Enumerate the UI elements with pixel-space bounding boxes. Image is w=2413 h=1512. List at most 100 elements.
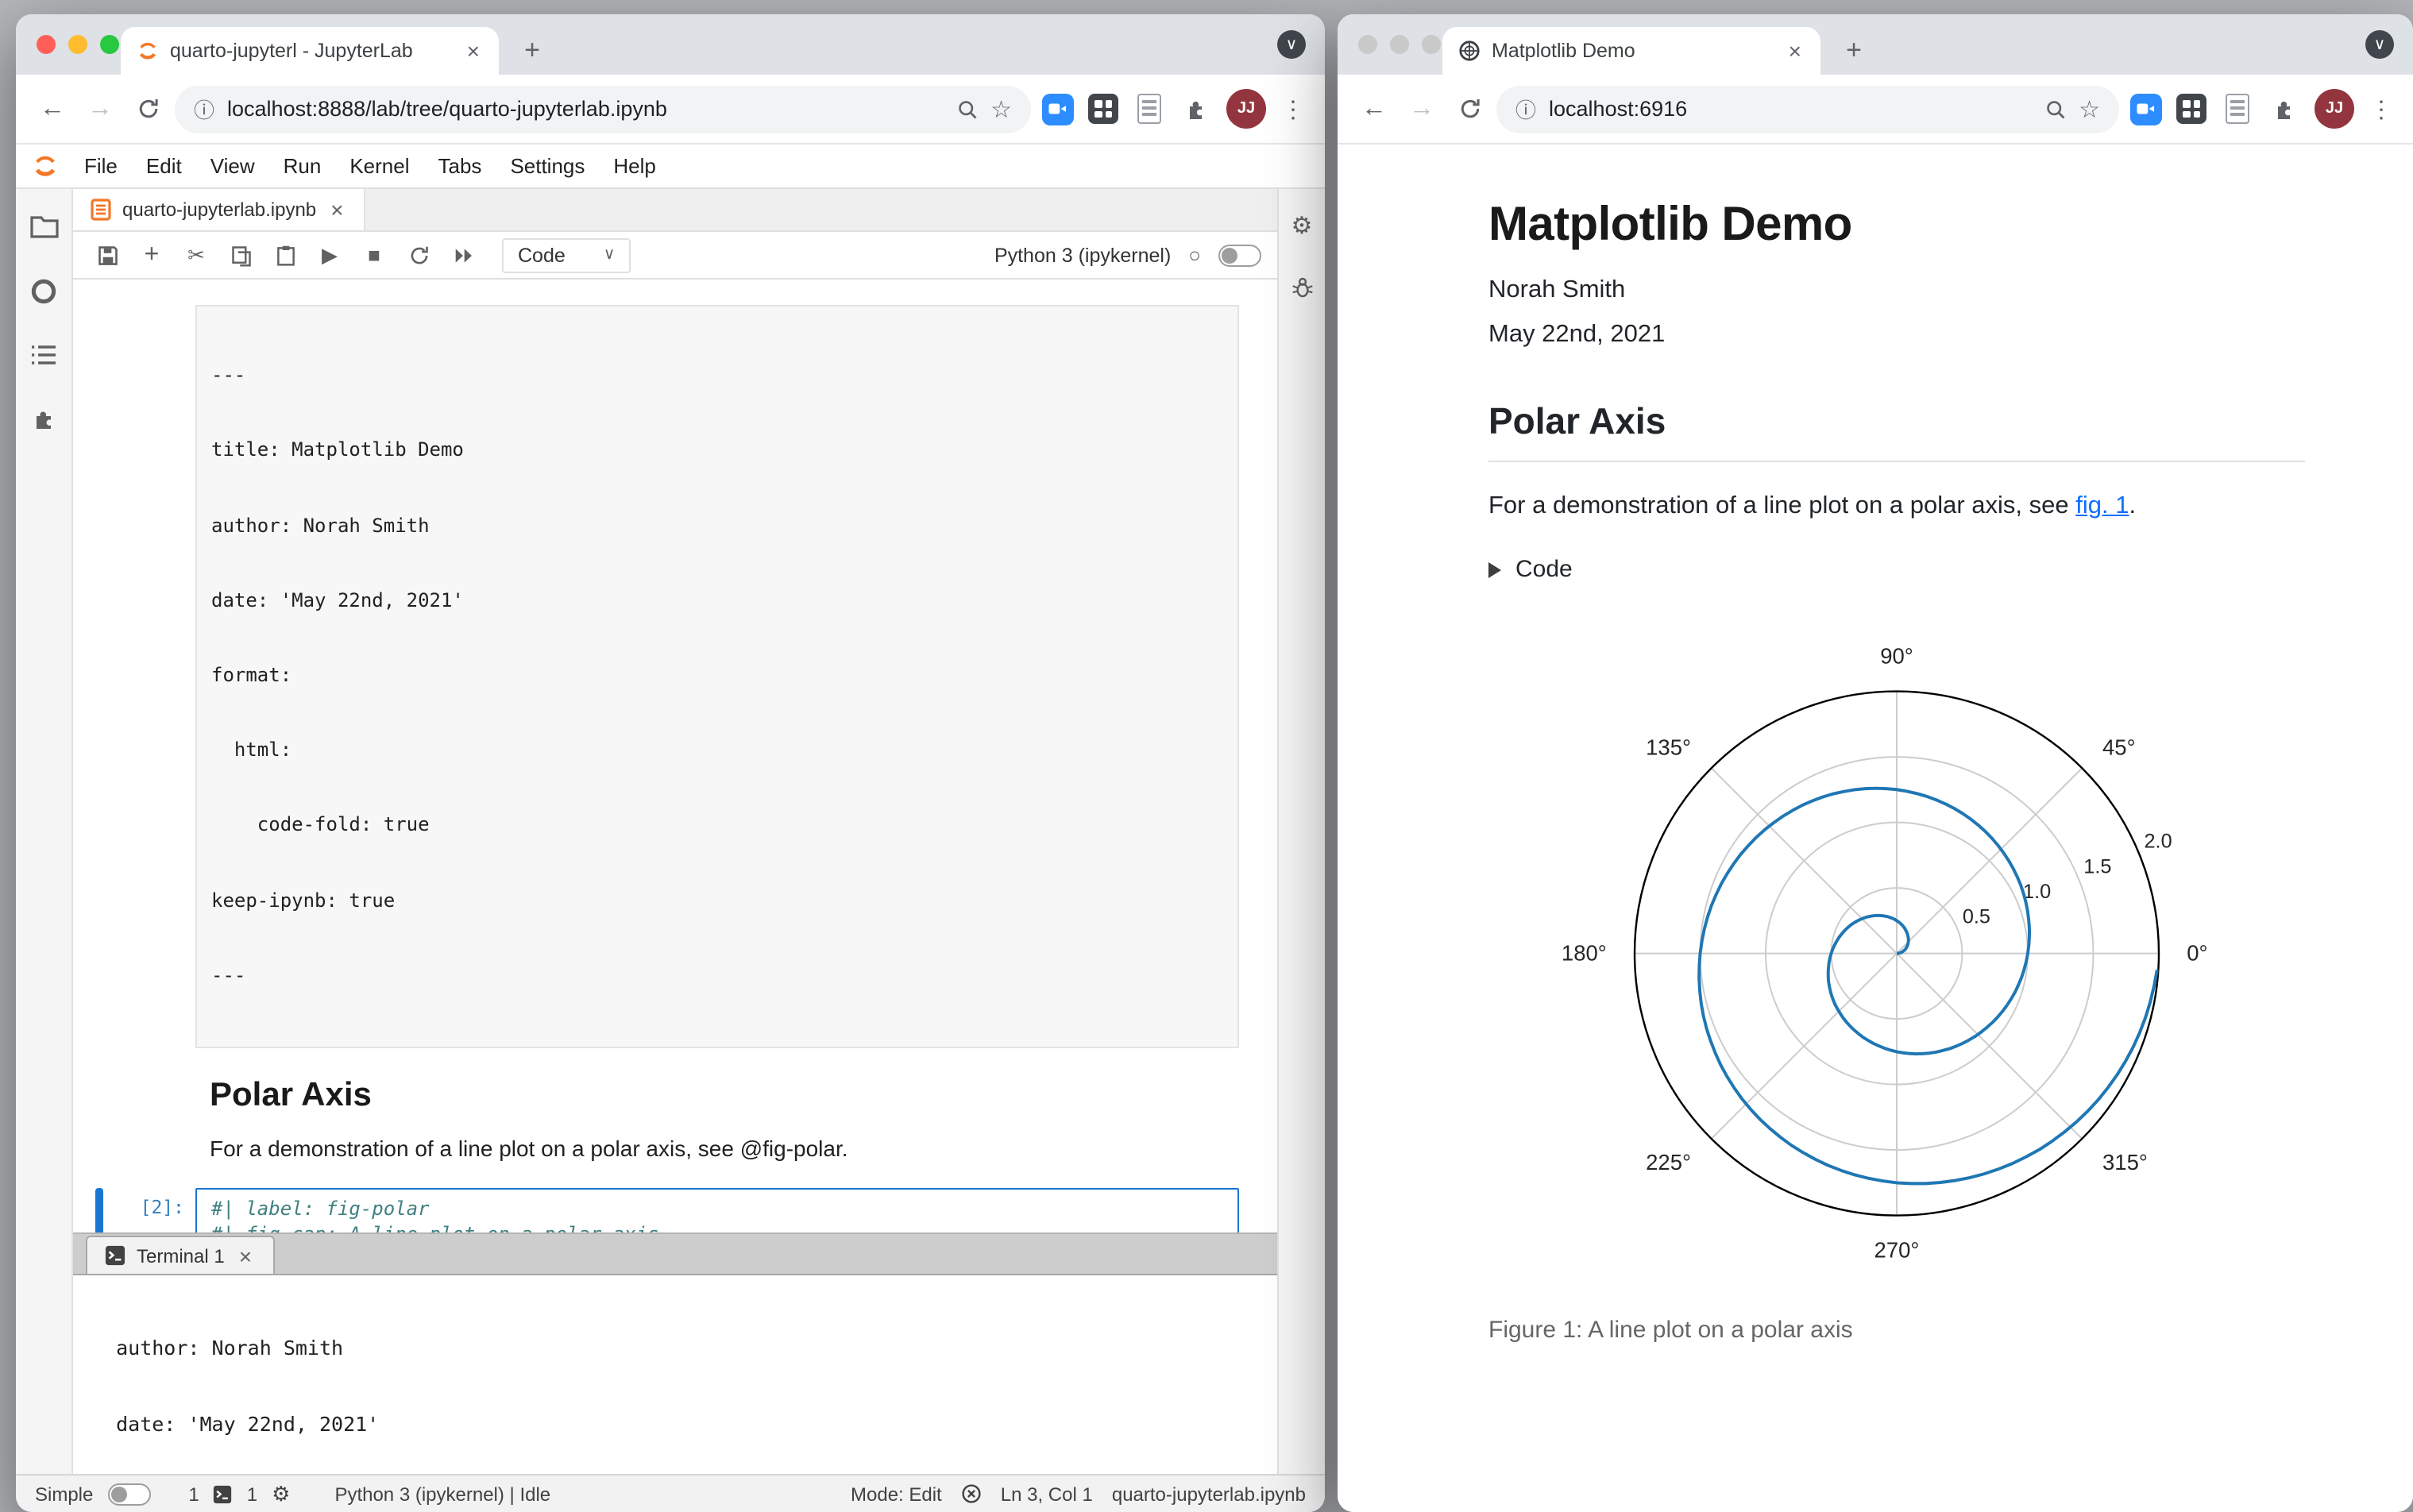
browser-tab[interactable]: Matplotlib Demo × (1442, 27, 1820, 75)
property-inspector-gear-icon[interactable]: ⚙ (1291, 211, 1313, 240)
menu-file[interactable]: File (70, 154, 132, 178)
zoom-window-button[interactable] (100, 35, 119, 54)
jupyter-favicon-icon (139, 42, 156, 60)
kernel-count-icon[interactable]: ⚙ (272, 1481, 290, 1506)
cell-collapser[interactable] (95, 1187, 103, 1232)
browser-tab-strip: Matplotlib Demo × + ∨ (1338, 14, 2413, 75)
tab-search-button[interactable]: ∨ (1277, 30, 1306, 59)
preview-browser-window: Matplotlib Demo × + ∨ ← → ⓘ localhost:69… (1338, 14, 2413, 1512)
browser-tab[interactable]: quarto-jupyterl - JupyterLab × (121, 27, 499, 75)
rendered-document[interactable]: Matplotlib Demo Norah Smith May 22nd, 20… (1338, 145, 2413, 1512)
profile-avatar[interactable]: JJ (1226, 89, 1266, 129)
zoom-window-button[interactable] (1422, 35, 1441, 54)
paste-cells-icon[interactable] (267, 237, 303, 273)
close-tab-icon[interactable]: × (1786, 40, 1805, 62)
forward-icon[interactable]: → (1401, 88, 1442, 129)
notebook-tab[interactable]: quarto-jupyterlab.ipynb × (73, 189, 366, 230)
bookmark-star-icon[interactable]: ☆ (2079, 94, 2100, 123)
extension-manager-puzzle-icon[interactable] (30, 405, 57, 432)
svg-text:0.5: 0.5 (1963, 905, 1990, 928)
document-title: Matplotlib Demo (1488, 199, 1852, 251)
new-tab-button[interactable]: + (1833, 30, 1874, 71)
back-icon[interactable]: ← (32, 88, 73, 129)
tab-search-button[interactable]: ∨ (2365, 30, 2394, 59)
code-cell-editor[interactable]: #| label: fig-polar#| fig.cap: A line pl… (195, 1187, 1239, 1232)
zoom-level-icon[interactable] (956, 98, 978, 120)
interrupt-kernel-icon[interactable]: ■ (356, 237, 392, 273)
menu-help[interactable]: Help (599, 154, 670, 178)
menu-edit[interactable]: Edit (132, 154, 196, 178)
reload-icon[interactable] (1449, 88, 1490, 129)
menu-run[interactable]: Run (269, 154, 336, 178)
menu-tabs[interactable]: Tabs (424, 154, 496, 178)
chevron-down-icon: ∨ (603, 246, 616, 264)
new-tab-button[interactable]: + (512, 30, 553, 71)
code-fold-toggle[interactable]: Code (1488, 556, 2305, 583)
running-sessions-icon[interactable] (30, 278, 57, 305)
minimize-window-button[interactable] (1390, 35, 1409, 54)
svg-text:0°: 0° (2187, 940, 2207, 965)
figure-link[interactable]: fig. 1 (2075, 492, 2129, 519)
grid-extension-icon[interactable] (1087, 92, 1120, 125)
close-window-button[interactable] (1358, 35, 1377, 54)
restart-kernel-icon[interactable] (400, 237, 437, 273)
terminal-output[interactable]: author: Norah Smith date: 'May 22nd, 202… (73, 1275, 1277, 1474)
markdown-cell[interactable]: Polar Axis For a demonstration of a line… (95, 1048, 1239, 1161)
cell-type-select[interactable]: Code ∨ (502, 237, 631, 272)
file-browser-icon[interactable] (29, 214, 58, 240)
cell-collapser[interactable] (95, 1048, 103, 1161)
menu-kernel[interactable]: Kernel (335, 154, 423, 178)
debugger-bug-icon[interactable] (1291, 275, 1313, 299)
extensions-puzzle-icon[interactable] (2267, 92, 2300, 125)
cut-cells-icon[interactable]: ✂ (178, 237, 214, 273)
kernel-status-text[interactable]: Python 3 (ipykernel) | Idle (334, 1483, 550, 1505)
kernel-name[interactable]: Python 3 (ipykernel) (994, 244, 1171, 266)
grid-extension-icon[interactable] (2175, 92, 2208, 125)
terminal-tab[interactable]: Terminal 1 × (86, 1236, 275, 1274)
reload-icon[interactable] (127, 88, 168, 129)
zoom-level-icon[interactable] (2044, 98, 2066, 120)
notebook-mode[interactable]: Mode: Edit (851, 1483, 942, 1505)
browser-menu-icon[interactable]: ⋮ (1277, 94, 1309, 123)
site-info-icon[interactable]: ⓘ (194, 94, 214, 124)
browser-menu-icon[interactable]: ⋮ (2365, 94, 2397, 123)
site-info-icon[interactable]: ⓘ (1515, 94, 1536, 124)
table-of-contents-icon[interactable] (30, 343, 57, 367)
terminal-count-icon[interactable] (214, 1484, 233, 1503)
back-icon[interactable]: ← (1353, 88, 1395, 129)
cursor-position[interactable]: Ln 3, Col 1 (1001, 1483, 1093, 1505)
code-cell[interactable]: [2]: #| label: fig-polar#| fig.cap: A li… (95, 1187, 1239, 1232)
zoom-camera-extension-icon[interactable] (2129, 92, 2162, 125)
address-bar[interactable]: ⓘ localhost:6916 ☆ (1496, 85, 2119, 133)
run-cell-icon[interactable]: ▶ (311, 237, 348, 273)
save-icon[interactable] (89, 237, 125, 273)
browser-tab-strip: quarto-jupyterl - JupyterLab × + ∨ (16, 14, 1325, 75)
restart-run-all-icon[interactable] (445, 237, 481, 273)
menu-view[interactable]: View (196, 154, 269, 178)
raw-cell-editor[interactable]: --- title: Matplotlib Demo author: Norah… (195, 305, 1239, 1048)
kernel-count[interactable]: 1 (247, 1483, 257, 1505)
extensions-puzzle-icon[interactable] (1179, 92, 1212, 125)
close-window-button[interactable] (37, 35, 56, 54)
address-bar[interactable]: ⓘ localhost:8888/lab/tree/quarto-jupyter… (175, 85, 1031, 133)
close-tab-icon[interactable]: × (464, 40, 483, 62)
terminal-count[interactable]: 1 (188, 1483, 199, 1505)
cell-collapser[interactable] (95, 305, 103, 1048)
forward-icon[interactable]: → (79, 88, 121, 129)
tab-title: Matplotlib Demo (1492, 40, 1635, 62)
bookmark-star-icon[interactable]: ☆ (990, 94, 1012, 123)
toolbar-toggle[interactable] (1218, 244, 1261, 266)
copy-cells-icon[interactable] (222, 237, 259, 273)
add-cell-icon[interactable]: + (133, 237, 170, 273)
page-extension-icon[interactable] (2221, 92, 2254, 125)
close-terminal-tab-icon[interactable]: × (236, 1244, 255, 1267)
close-notebook-tab-icon[interactable]: × (327, 199, 346, 221)
minimize-window-button[interactable] (68, 35, 87, 54)
menu-settings[interactable]: Settings (496, 154, 599, 178)
simple-mode-toggle[interactable] (107, 1483, 151, 1505)
profile-avatar[interactable]: JJ (2315, 89, 2354, 129)
notebook-content[interactable]: --- title: Matplotlib Demo author: Norah… (73, 280, 1277, 1232)
raw-cell[interactable]: --- title: Matplotlib Demo author: Norah… (95, 305, 1239, 1048)
zoom-camera-extension-icon[interactable] (1040, 92, 1074, 125)
page-extension-icon[interactable] (1133, 92, 1166, 125)
